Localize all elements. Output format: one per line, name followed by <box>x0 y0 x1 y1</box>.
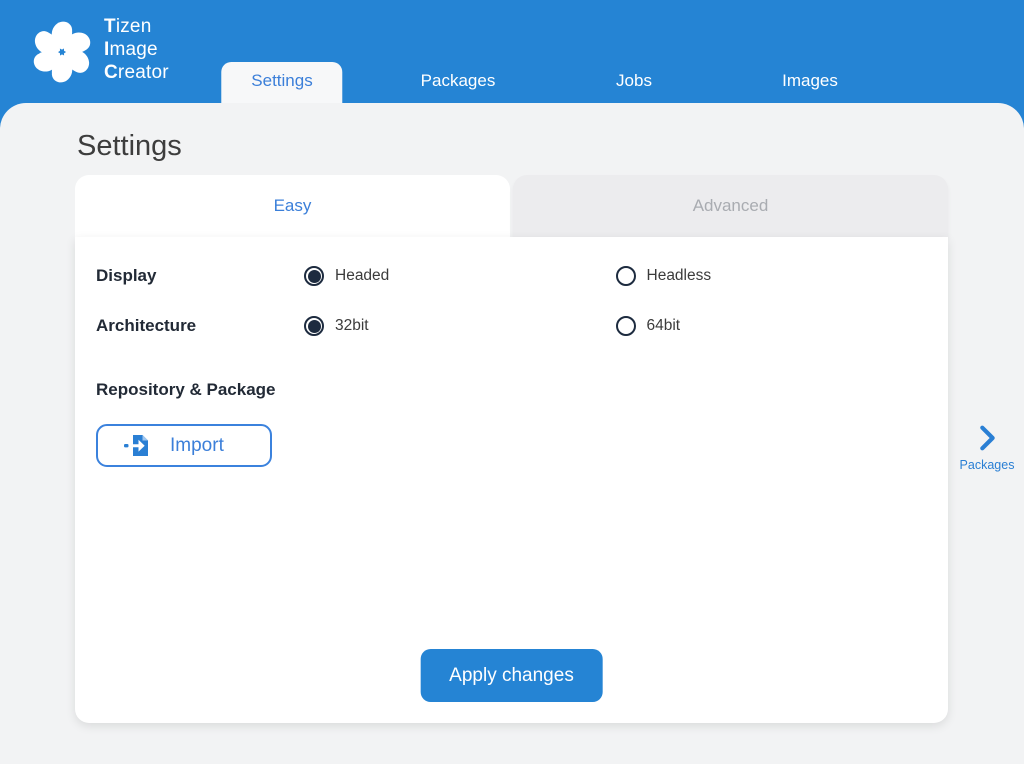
tab-advanced[interactable]: Advanced <box>513 175 948 237</box>
mode-tabs: Easy Advanced <box>75 175 948 237</box>
radio-label: 64bit <box>647 317 681 335</box>
import-button[interactable]: Import <box>96 424 272 467</box>
radio-option-32bit[interactable]: 32bit <box>304 316 616 336</box>
next-page-nav[interactable]: Packages <box>950 423 1024 472</box>
radio-label: 32bit <box>335 317 369 335</box>
radio-icon[interactable] <box>616 316 636 336</box>
radio-label: Headed <box>335 267 389 285</box>
nav-tab-jobs[interactable]: Jobs <box>546 63 722 103</box>
radio-icon[interactable] <box>304 316 324 336</box>
apply-changes-button[interactable]: Apply changes <box>420 649 603 702</box>
radio-icon[interactable] <box>616 266 636 286</box>
display-field: Display Headed Headless <box>96 265 927 287</box>
content-area: Settings Easy Advanced Display Headed He… <box>0 103 1024 764</box>
architecture-field: Architecture 32bit 64bit <box>96 315 927 337</box>
chevron-right-icon[interactable] <box>972 423 1002 453</box>
radio-option-64bit[interactable]: 64bit <box>616 316 928 336</box>
nav-tab-label: Settings <box>221 62 342 103</box>
brand-line: Image <box>104 38 169 61</box>
brand-line: Tizen <box>104 15 169 38</box>
main-nav: Settings Packages Jobs Images <box>194 63 898 103</box>
radio-option-headed[interactable]: Headed <box>304 266 616 286</box>
pinwheel-icon <box>24 8 100 96</box>
nav-tab-label: Images <box>768 62 852 103</box>
architecture-label: Architecture <box>96 316 304 336</box>
nav-tab-packages[interactable]: Packages <box>370 63 546 103</box>
repository-package-label: Repository & Package <box>96 380 276 400</box>
nav-tab-images[interactable]: Images <box>722 63 898 103</box>
brand-line: Creator <box>104 61 169 84</box>
card-body: Display Headed Headless Architecture 32b… <box>75 237 948 723</box>
nav-tab-settings[interactable]: Settings <box>194 63 370 103</box>
nav-tab-label: Jobs <box>602 62 666 103</box>
brand-title: Tizen Image Creator <box>104 15 169 84</box>
next-page-label[interactable]: Packages <box>950 458 1024 472</box>
radio-label: Headless <box>647 267 712 285</box>
radio-option-headless[interactable]: Headless <box>616 266 928 286</box>
tab-advanced-label: Advanced <box>693 196 769 216</box>
import-button-label: Import <box>170 435 224 457</box>
nav-tab-label: Packages <box>407 62 510 103</box>
settings-card: Easy Advanced Display Headed Headless Ar… <box>75 175 948 723</box>
tab-easy-label: Easy <box>274 196 312 216</box>
file-import-icon <box>124 434 151 457</box>
radio-icon[interactable] <box>304 266 324 286</box>
page-title: Settings <box>77 130 182 163</box>
app-header: Tizen Image Creator Settings Packages Jo… <box>0 0 1024 103</box>
tab-easy[interactable]: Easy <box>75 175 510 237</box>
display-label: Display <box>96 266 304 286</box>
